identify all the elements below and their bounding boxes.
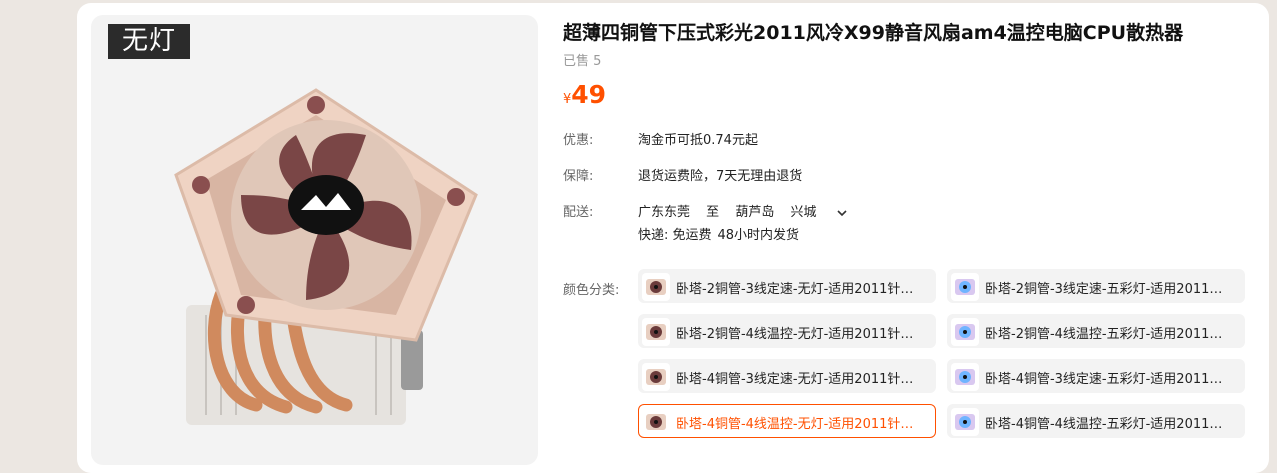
ship-district: 兴城 xyxy=(790,205,817,220)
sku-option-label: 卧塔-4铜管-4线温控-五彩灯-适用2011… xyxy=(985,417,1223,432)
cooler-thumb-icon xyxy=(642,273,670,301)
product-info-panel: 超薄四铜管下压式彩光2011风冷X99静音风扇am4温控电脑CPU散热器 已售 … xyxy=(563,0,1263,465)
sku-option-label: 卧塔-2铜管-3线定速-五彩灯-适用2011… xyxy=(985,282,1223,297)
express-fee: 快递: 免运费 xyxy=(638,228,712,243)
cooler-thumb-icon xyxy=(642,363,670,391)
sku-option[interactable]: 卧塔-4铜管-3线定速-五彩灯-适用2011… xyxy=(947,359,1245,393)
cooler-thumb-icon xyxy=(642,408,670,436)
sku-option-label: 卧塔-2铜管-3线定速-无灯-适用2011针… xyxy=(676,282,914,297)
rgb-cooler-thumb-icon xyxy=(951,363,979,391)
discount-label: 优惠: xyxy=(563,133,594,148)
discount-value[interactable]: 淘金币可抵0.74元起 xyxy=(638,129,758,148)
product-title: 超薄四铜管下压式彩光2011风冷X99静音风扇am4温控电脑CPU散热器 xyxy=(563,22,1184,44)
guarantee-value[interactable]: 退货运费险，7天无理由退货 xyxy=(638,165,802,184)
no-light-badge: 无灯 xyxy=(108,24,190,59)
ship-time: 48小时内发货 xyxy=(717,228,800,243)
price: ¥49 xyxy=(563,80,606,109)
rgb-cooler-thumb-icon xyxy=(951,273,979,301)
price-value: 49 xyxy=(571,80,607,109)
sku-option[interactable]: 卧塔-4铜管-4线温控-无灯-适用2011针… xyxy=(638,404,936,438)
delivery-route: 广东东莞 至 葫芦岛 兴城 xyxy=(638,201,861,220)
delivery-label: 配送: xyxy=(563,205,594,220)
sku-option-label: 卧塔-4铜管-4线温控-无灯-适用2011针… xyxy=(676,417,914,432)
guarantee-label: 保障: xyxy=(563,169,594,184)
rgb-cooler-thumb-icon xyxy=(951,318,979,346)
ship-district-select[interactable]: 兴城 xyxy=(790,205,848,220)
ship-from: 广东东莞 xyxy=(638,205,691,220)
chevron-down-icon xyxy=(837,209,847,216)
sku-option[interactable]: 卧塔-2铜管-4线温控-五彩灯-适用2011… xyxy=(947,314,1245,348)
sku-option-label: 卧塔-2铜管-4线温控-无灯-适用2011针… xyxy=(676,327,914,342)
sku-option[interactable]: 卧塔-4铜管-3线定速-无灯-适用2011针… xyxy=(638,359,936,393)
sku-option[interactable]: 卧塔-2铜管-3线定速-无灯-适用2011针… xyxy=(638,269,936,303)
sku-option[interactable]: 卧塔-2铜管-4线温控-无灯-适用2011针… xyxy=(638,314,936,348)
sku-option-label: 卧塔-4铜管-3线定速-无灯-适用2011针… xyxy=(676,372,914,387)
sku-option[interactable]: 卧塔-2铜管-3线定速-五彩灯-适用2011… xyxy=(947,269,1245,303)
ship-to-word: 至 xyxy=(706,205,720,220)
sku-option-label: 卧塔-4铜管-3线定速-五彩灯-适用2011… xyxy=(985,372,1223,387)
color-category-label: 颜色分类: xyxy=(563,283,620,298)
ship-city[interactable]: 葫芦岛 xyxy=(735,205,774,220)
sold-count: 已售 5 xyxy=(563,54,602,69)
delivery-info: 快递: 免运费 48小时内发货 xyxy=(638,224,811,243)
rgb-cooler-thumb-icon xyxy=(951,408,979,436)
sku-option[interactable]: 卧塔-4铜管-4线温控-五彩灯-适用2011… xyxy=(947,404,1245,438)
product-image-panel[interactable]: 无灯 xyxy=(91,15,538,465)
cpu-cooler-image xyxy=(174,88,478,425)
cooler-thumb-icon xyxy=(642,318,670,346)
sku-option-label: 卧塔-2铜管-4线温控-五彩灯-适用2011… xyxy=(985,327,1223,342)
